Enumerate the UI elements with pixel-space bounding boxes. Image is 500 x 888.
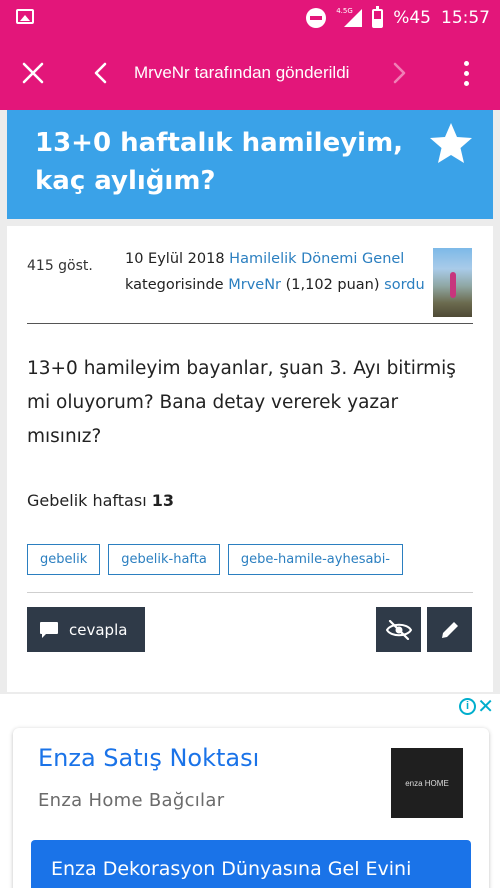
pregnancy-week-label: Gebelik haftası: [27, 491, 147, 510]
close-button[interactable]: [10, 36, 56, 110]
question-title: 13+0 haftalık hamileyim, kaç aylığım?: [35, 128, 404, 196]
status-icons: 4.5G %45 15:57: [306, 0, 490, 36]
ad-logo-text: enza HOME: [405, 778, 449, 788]
ad-subtitle: Enza Home Bağcılar: [38, 790, 225, 811]
image-icon: [16, 9, 34, 24]
forward-button[interactable]: [380, 36, 420, 110]
app-toolbar: MrveNr tarafından gönderildi: [0, 36, 500, 110]
advertisement: i ✕ Enza Satış Noktası Enza Home Bağcıla…: [0, 694, 500, 888]
ad-close-icon[interactable]: ✕: [477, 694, 494, 718]
tag-gebelik-hafta[interactable]: gebelik-hafta: [108, 544, 220, 575]
reply-button-label: cevapla: [69, 620, 128, 639]
close-icon: [22, 62, 44, 84]
forward-arrow-icon: [393, 62, 406, 84]
tag-gebelik[interactable]: gebelik: [27, 544, 101, 575]
favorite-star-icon[interactable]: [427, 120, 475, 168]
author-link[interactable]: MrveNr: [228, 277, 281, 293]
reply-button[interactable]: cevapla: [27, 607, 145, 652]
eye-off-icon: [385, 619, 412, 640]
ad-title[interactable]: Enza Satış Noktası: [38, 744, 259, 772]
status-bar: 4.5G %45 15:57: [0, 0, 500, 36]
category-link[interactable]: Hamilelik Dönemi Genel: [229, 251, 404, 267]
category-suffix: kategorisinde: [125, 277, 224, 293]
pregnancy-week: Gebelik haftası 13: [27, 491, 174, 510]
pregnancy-week-value: 13: [151, 491, 174, 510]
edit-button[interactable]: [427, 607, 472, 652]
back-button[interactable]: [80, 36, 120, 110]
more-options-button[interactable]: [446, 36, 486, 110]
asked-date: 10 Eylül 2018: [125, 251, 225, 267]
signal-icon: [344, 9, 363, 27]
question-body: 13+0 hamileyim bayanlar, şuan 3. Ayı bit…: [27, 358, 456, 447]
author-points: (1,102 puan): [285, 277, 380, 293]
clock: 15:57: [441, 8, 490, 28]
back-arrow-icon: [94, 62, 107, 84]
author-avatar[interactable]: [433, 248, 472, 317]
hide-button[interactable]: [376, 607, 421, 652]
question-card: 415 göst. 10 Eylül 2018 Hamilelik Dönemi…: [7, 226, 493, 692]
question-title-banner: 13+0 haftalık hamileyim, kaç aylığım?: [7, 110, 493, 219]
ad-cta-button[interactable]: Enza Dekorasyon Dünyasına Gel Evini: [31, 840, 471, 888]
divider: [27, 323, 473, 324]
do-not-disturb-icon: [306, 8, 327, 28]
question-meta: 10 Eylül 2018 Hamilelik Dönemi Genel kat…: [125, 246, 425, 298]
toolbar-title: MrveNr tarafından gönderildi: [134, 63, 350, 82]
pencil-icon: [441, 621, 458, 638]
ad-logo: enza HOME: [391, 748, 463, 818]
divider: [27, 592, 473, 593]
comment-icon: [40, 621, 58, 638]
ad-card[interactable]: Enza Satış Noktası Enza Home Bağcılar en…: [13, 728, 489, 888]
more-vert-icon: [463, 60, 469, 86]
battery-icon: [372, 5, 384, 28]
tag-list: gebelik gebelik-hafta gebe-hamile-ayhesa…: [27, 544, 403, 575]
view-count: 415 göst.: [27, 258, 93, 274]
battery-percent: %45: [393, 8, 431, 28]
ad-info-icon[interactable]: i: [459, 698, 476, 715]
tag-gebe-hamile-ayhesabi[interactable]: gebe-hamile-ayhesabi-: [227, 544, 403, 575]
asked-label[interactable]: sordu: [384, 277, 425, 293]
signal-group: 4.5G: [336, 7, 363, 29]
